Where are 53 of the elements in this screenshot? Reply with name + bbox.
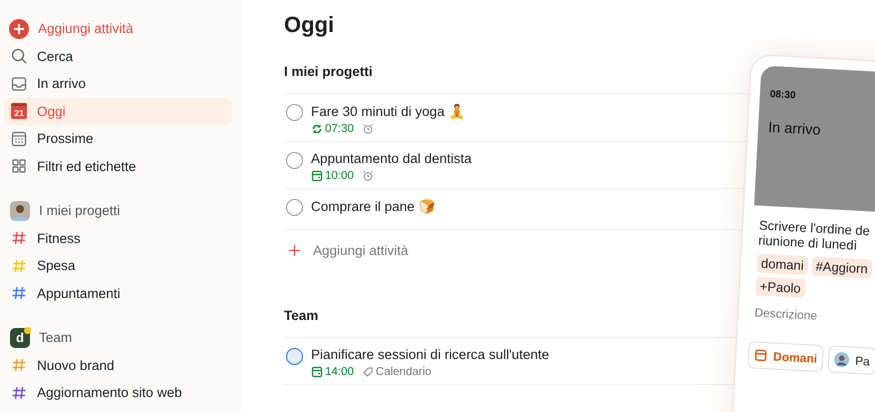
task-chip: +Paolo bbox=[755, 276, 806, 298]
task-checkbox[interactable] bbox=[286, 348, 303, 365]
calendar-icon bbox=[10, 130, 28, 148]
team-avatar-icon: d bbox=[10, 328, 30, 348]
task-checkbox[interactable] bbox=[286, 199, 303, 216]
due-time: 07:30 bbox=[311, 123, 354, 135]
avatar-icon bbox=[10, 200, 30, 221]
add-task-button[interactable]: Aggiungi attività bbox=[284, 230, 408, 270]
sidebar-item[interactable]: Cerca bbox=[4, 42, 232, 70]
section-title: Team bbox=[284, 308, 318, 325]
plus-icon bbox=[9, 18, 29, 39]
task-title: Pianificare sessioni di ricerca sull'utente bbox=[311, 347, 550, 362]
calendar-icon bbox=[311, 170, 323, 182]
sidebar-item[interactable]: In arrivo bbox=[4, 70, 232, 98]
due-time: 14:00 bbox=[311, 366, 354, 378]
avatar-icon bbox=[834, 352, 850, 368]
due-time: 10:00 bbox=[311, 170, 354, 182]
task-checkbox[interactable] bbox=[286, 152, 303, 169]
task-title: Fare 30 minuti di yoga 🧘 bbox=[311, 103, 466, 119]
status-time: 08:30 bbox=[770, 89, 796, 102]
project-item[interactable]: Spesa bbox=[4, 252, 232, 280]
task-title: Comprare il pane 🍞 bbox=[311, 198, 436, 214]
repeat-icon bbox=[311, 123, 323, 135]
project-item[interactable]: Fitness bbox=[4, 224, 232, 252]
inbox-icon bbox=[10, 74, 28, 93]
grid-icon bbox=[10, 157, 28, 176]
project-group-header[interactable]: I miei progetti bbox=[4, 197, 232, 224]
project-item[interactable]: Nuovo brand bbox=[4, 352, 232, 379]
page-title: Oggi bbox=[284, 12, 334, 38]
sidebar-item[interactable]: Prossime bbox=[4, 125, 232, 152]
calendar-icon: 21 bbox=[11, 103, 27, 120]
screen-title: In arrivo bbox=[768, 120, 821, 139]
search-icon bbox=[10, 47, 28, 66]
task-title: Scrivere l'ordine de riunione di lunedì bbox=[758, 218, 870, 253]
calendar-icon bbox=[311, 366, 323, 378]
project-item[interactable]: Appuntamenti bbox=[4, 280, 232, 307]
calendar-icon bbox=[754, 348, 768, 362]
chip-button[interactable]: Pa bbox=[828, 345, 875, 375]
project-item[interactable]: Aggiornamento sito web bbox=[4, 379, 232, 406]
task-chip: domani bbox=[756, 254, 808, 276]
description-field[interactable]: Descrizione bbox=[754, 306, 818, 323]
chip-button[interactable]: Domani bbox=[748, 341, 824, 372]
task-title: Appuntamento dal dentista bbox=[311, 151, 472, 166]
sidebar-item[interactable]: 21 Oggi bbox=[4, 98, 232, 125]
plus-icon bbox=[288, 244, 301, 256]
sidebar-item[interactable]: Filtri ed etichette bbox=[4, 152, 232, 180]
project-group-header[interactable]: d Team bbox=[4, 324, 232, 352]
task-checkbox[interactable] bbox=[286, 104, 303, 121]
task-label[interactable]: Calendario bbox=[362, 366, 432, 378]
section-title: I miei progetti bbox=[284, 64, 373, 81]
tag-icon bbox=[362, 366, 374, 378]
task-chip: #Aggiorn bbox=[811, 256, 872, 279]
add-task-button[interactable]: Aggiungi attività bbox=[4, 15, 232, 42]
